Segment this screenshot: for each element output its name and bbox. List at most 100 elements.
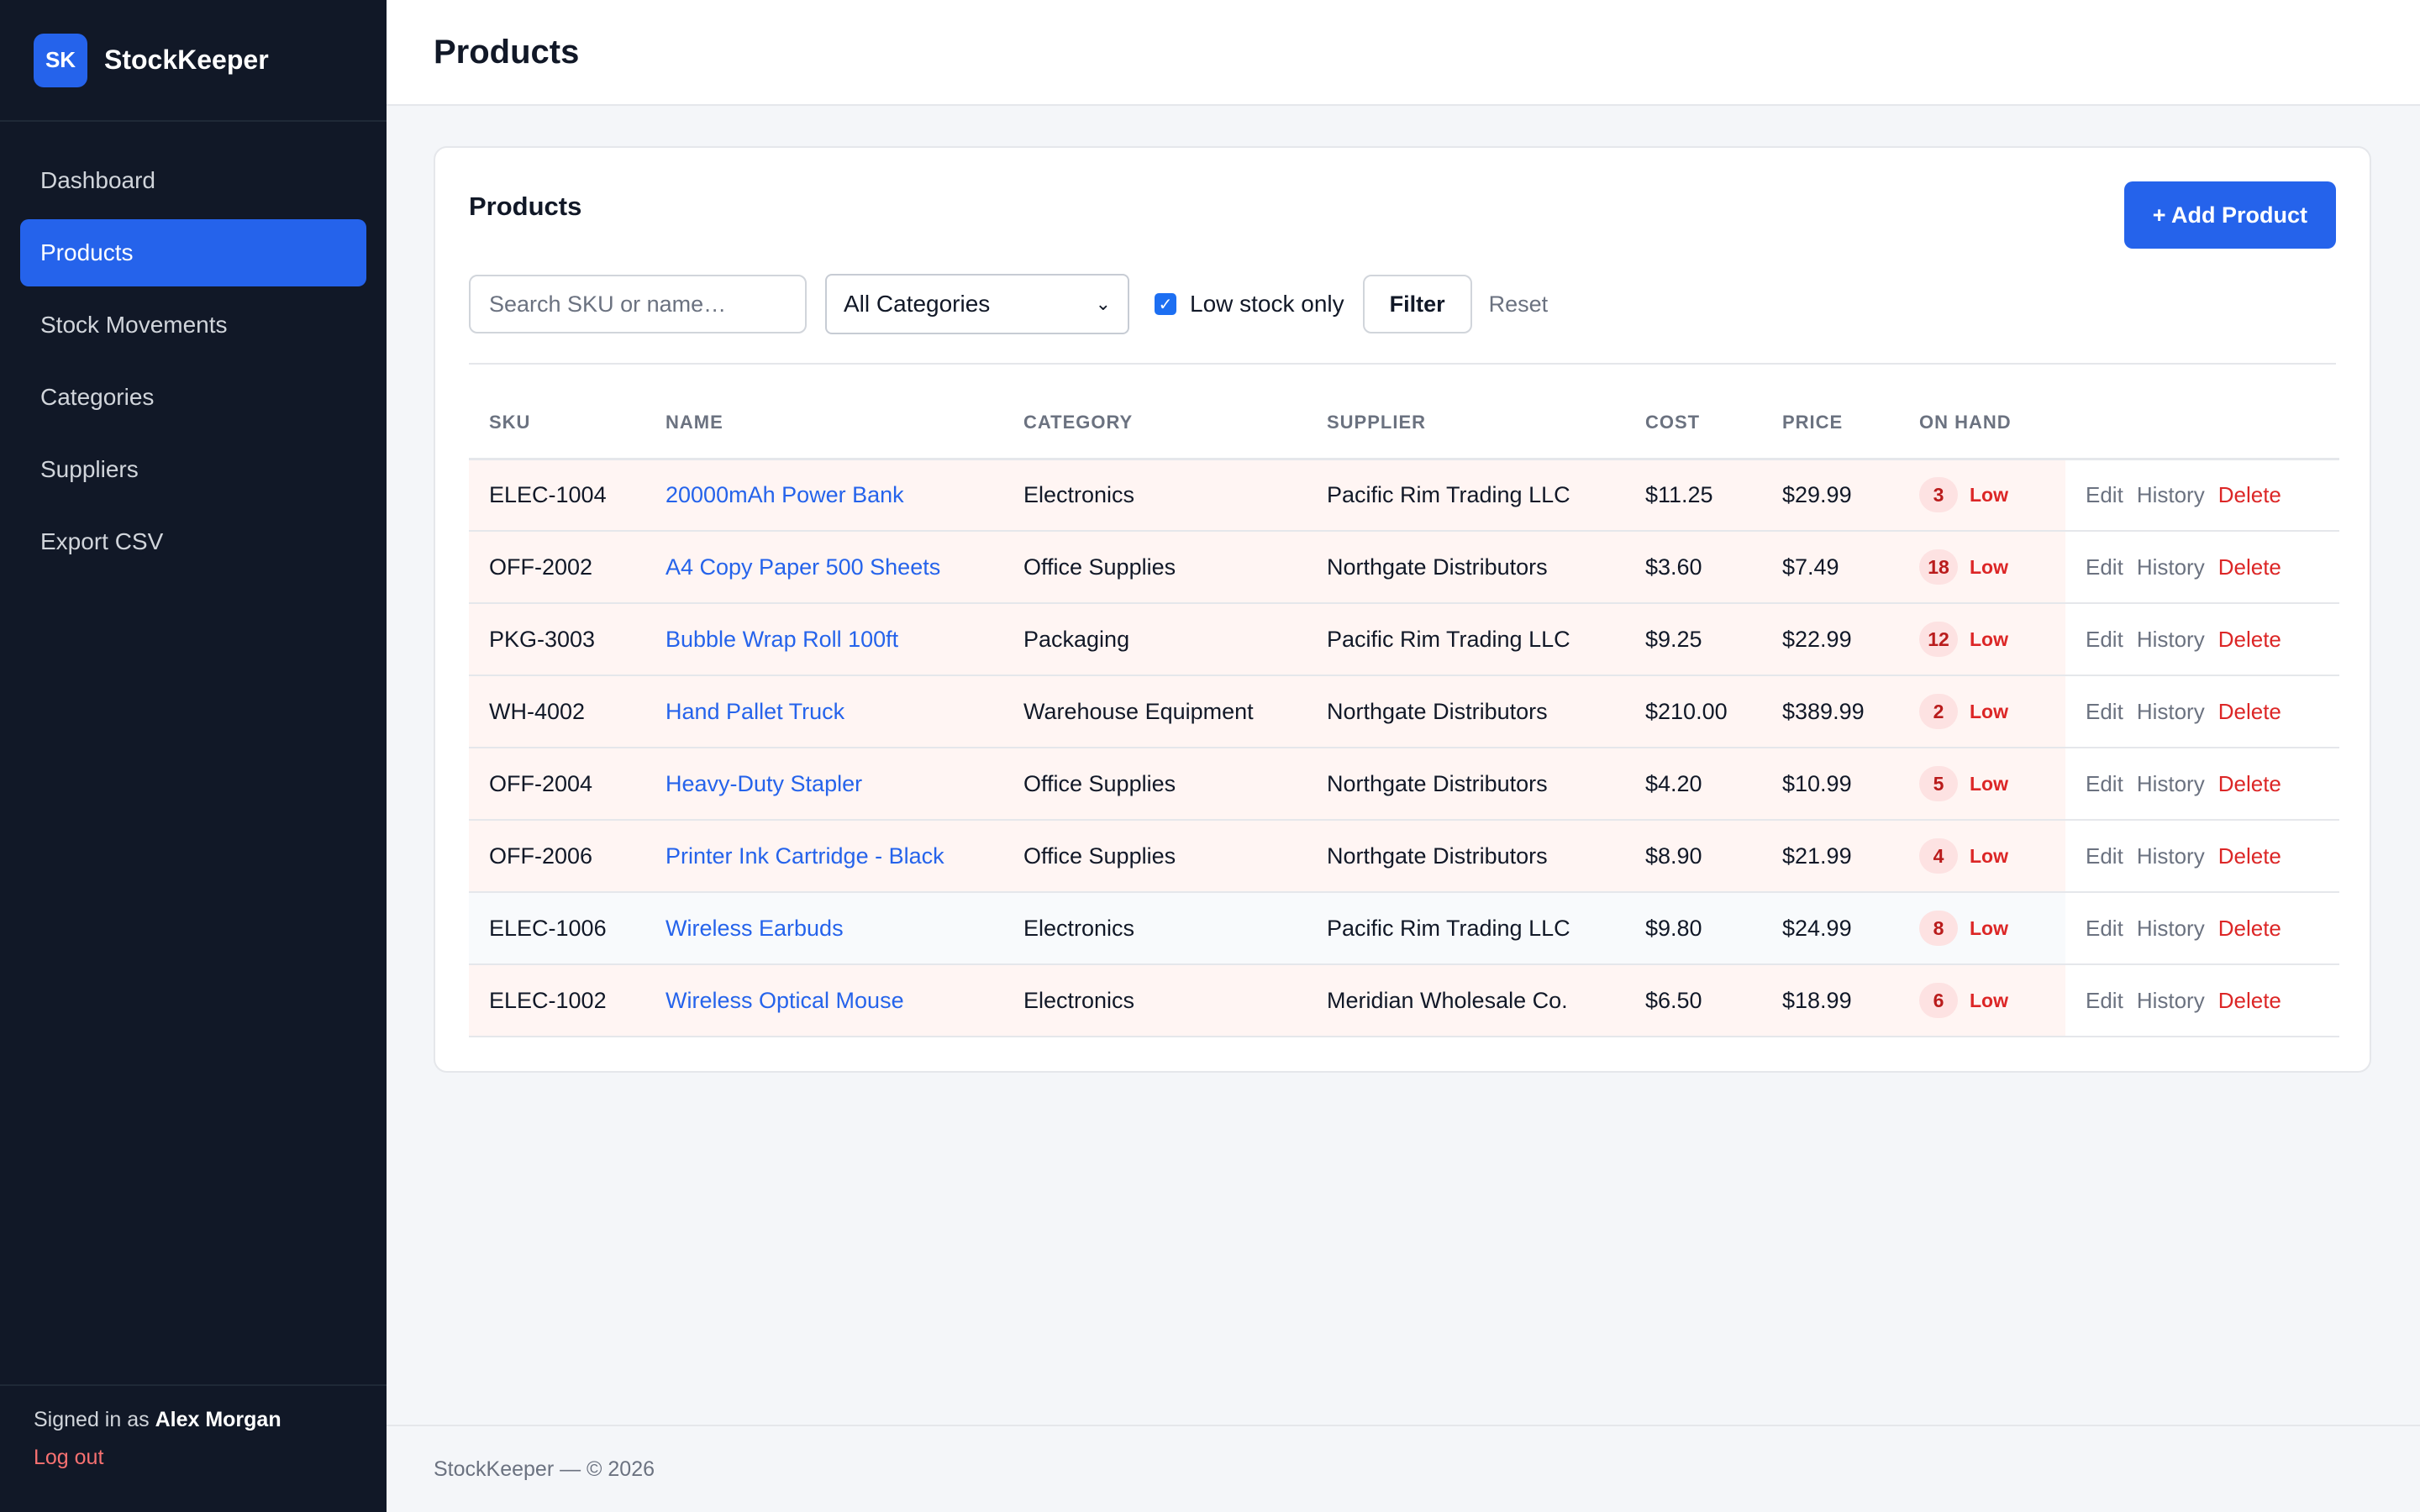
cell-sku: OFF-2004: [469, 748, 645, 821]
low-stock-toggle[interactable]: ✓ Low stock only: [1155, 291, 1344, 318]
on-hand-badge: 3: [1919, 477, 1958, 513]
delete-link[interactable]: Delete: [2218, 916, 2281, 941]
low-stock-tag: Low: [1970, 845, 2008, 867]
sidebar-nav: Dashboard Products Stock Movements Categ…: [0, 122, 387, 1384]
column-header-supplier: SUPPLIER: [1307, 388, 1625, 460]
cell-name: Hand Pallet Truck: [645, 675, 1003, 748]
cell-supplier: Meridian Wholesale Co.: [1307, 964, 1625, 1037]
table-row: OFF-2004 Heavy-Duty Stapler Office Supplie…: [469, 748, 2339, 821]
edit-link[interactable]: Edit: [2086, 482, 2123, 507]
cell-price: $10.99: [1762, 748, 1899, 821]
delete-link[interactable]: Delete: [2218, 627, 2281, 652]
sidebar-item-suppliers[interactable]: Suppliers: [20, 436, 366, 503]
column-header-sku: SKU: [469, 388, 645, 460]
history-link[interactable]: History: [2137, 988, 2205, 1013]
edit-link[interactable]: Edit: [2086, 988, 2123, 1013]
cell-sku: ELEC-1004: [469, 459, 645, 532]
cell-name: Wireless Optical Mouse: [645, 964, 1003, 1037]
cell-on-hand: 6 Low: [1899, 964, 2065, 1037]
user-name: Alex Morgan: [155, 1408, 281, 1431]
column-header-actions: [2065, 388, 2339, 460]
cell-supplier: Pacific Rim Trading LLC: [1307, 459, 1625, 532]
cell-supplier: Northgate Distributors: [1307, 748, 1625, 821]
edit-link[interactable]: Edit: [2086, 843, 2123, 869]
product-link[interactable]: Wireless Earbuds: [666, 916, 844, 941]
filter-button[interactable]: Filter: [1362, 275, 1472, 333]
reset-link[interactable]: Reset: [1489, 291, 1549, 318]
category-select[interactable]: All Categories ⌄: [825, 274, 1129, 334]
history-link[interactable]: History: [2137, 843, 2205, 869]
sidebar-item-categories[interactable]: Categories: [20, 364, 366, 431]
low-stock-tag: Low: [1970, 917, 2008, 939]
low-stock-tag: Low: [1970, 990, 2008, 1011]
card-title: Products: [469, 192, 582, 221]
product-link[interactable]: Printer Ink Cartridge - Black: [666, 843, 944, 869]
cell-sku: ELEC-1002: [469, 964, 645, 1037]
product-link[interactable]: Wireless Optical Mouse: [666, 988, 904, 1013]
main: Products Products + Add Product All Cate…: [387, 0, 2420, 1512]
history-link[interactable]: History: [2137, 554, 2205, 580]
history-link[interactable]: History: [2137, 627, 2205, 652]
product-link[interactable]: Heavy-Duty Stapler: [666, 771, 862, 796]
edit-link[interactable]: Edit: [2086, 627, 2123, 652]
add-product-button[interactable]: + Add Product: [2123, 181, 2336, 249]
cell-cost: $6.50: [1625, 964, 1762, 1037]
brand[interactable]: SK StockKeeper: [0, 0, 387, 122]
sidebar-item-export-csv[interactable]: Export CSV: [20, 508, 366, 575]
cell-on-hand: 8 Low: [1899, 892, 2065, 965]
cell-supplier: Northgate Distributors: [1307, 531, 1625, 604]
cell-category: Office Supplies: [1003, 748, 1307, 821]
delete-link[interactable]: Delete: [2218, 554, 2281, 580]
history-link[interactable]: History: [2137, 482, 2205, 507]
search-input[interactable]: [469, 275, 807, 333]
cell-actions: Edit History Delete: [2065, 748, 2339, 821]
delete-link[interactable]: Delete: [2218, 988, 2281, 1013]
column-header-category: CATEGORY: [1003, 388, 1307, 460]
cell-actions: Edit History Delete: [2065, 459, 2339, 532]
product-link[interactable]: 20000mAh Power Bank: [666, 482, 904, 507]
delete-link[interactable]: Delete: [2218, 843, 2281, 869]
on-hand-badge: 18: [1919, 549, 1958, 585]
table-body: ELEC-1004 20000mAh Power Bank Electronics P…: [469, 459, 2339, 1037]
cell-price: $21.99: [1762, 820, 1899, 893]
cell-on-hand: 2 Low: [1899, 675, 2065, 748]
signed-in-prefix: Signed in as: [34, 1408, 150, 1431]
delete-link[interactable]: Delete: [2218, 699, 2281, 724]
sidebar-item-products[interactable]: Products: [20, 219, 366, 286]
product-link[interactable]: Hand Pallet Truck: [666, 699, 844, 724]
cell-name: 20000mAh Power Bank: [645, 459, 1003, 532]
history-link[interactable]: History: [2137, 771, 2205, 796]
column-header-cost: COST: [1625, 388, 1762, 460]
on-hand-badge: 6: [1919, 983, 1958, 1018]
products-card: Products + Add Product All Categories ⌄ …: [434, 146, 2371, 1073]
table-header-row: SKU NAME CATEGORY SUPPLIER COST PRICE ON…: [469, 388, 2339, 460]
history-link[interactable]: History: [2137, 916, 2205, 941]
cell-price: $7.49: [1762, 531, 1899, 604]
app: SK StockKeeper Dashboard Products Stock …: [0, 0, 2420, 1512]
filter-bar: All Categories ⌄ ✓ Low stock only Filter…: [469, 274, 2336, 365]
cell-on-hand: 18 Low: [1899, 531, 2065, 604]
edit-link[interactable]: Edit: [2086, 771, 2123, 796]
edit-link[interactable]: Edit: [2086, 699, 2123, 724]
brand-logo: SK: [34, 33, 87, 87]
sidebar-item-stock-movements[interactable]: Stock Movements: [20, 291, 366, 359]
history-link[interactable]: History: [2137, 699, 2205, 724]
product-link[interactable]: A4 Copy Paper 500 Sheets: [666, 554, 940, 580]
column-header-on-hand: ON HAND: [1899, 388, 2065, 460]
low-stock-checkbox[interactable]: ✓: [1155, 293, 1176, 315]
delete-link[interactable]: Delete: [2218, 482, 2281, 507]
column-header-name: NAME: [645, 388, 1003, 460]
cell-price: $29.99: [1762, 459, 1899, 532]
table-row: PKG-3003 Bubble Wrap Roll 100ft Packaging P…: [469, 603, 2339, 676]
table-row: ELEC-1002 Wireless Optical Mouse Electroni…: [469, 964, 2339, 1037]
cell-sku: OFF-2002: [469, 531, 645, 604]
delete-link[interactable]: Delete: [2218, 771, 2281, 796]
low-stock-tag: Low: [1970, 773, 2008, 795]
product-link[interactable]: Bubble Wrap Roll 100ft: [666, 627, 898, 652]
sidebar-item-dashboard[interactable]: Dashboard: [20, 147, 366, 214]
edit-link[interactable]: Edit: [2086, 554, 2123, 580]
cell-actions: Edit History Delete: [2065, 675, 2339, 748]
logout-link[interactable]: Log out: [34, 1446, 103, 1470]
cell-on-hand: 5 Low: [1899, 748, 2065, 821]
edit-link[interactable]: Edit: [2086, 916, 2123, 941]
